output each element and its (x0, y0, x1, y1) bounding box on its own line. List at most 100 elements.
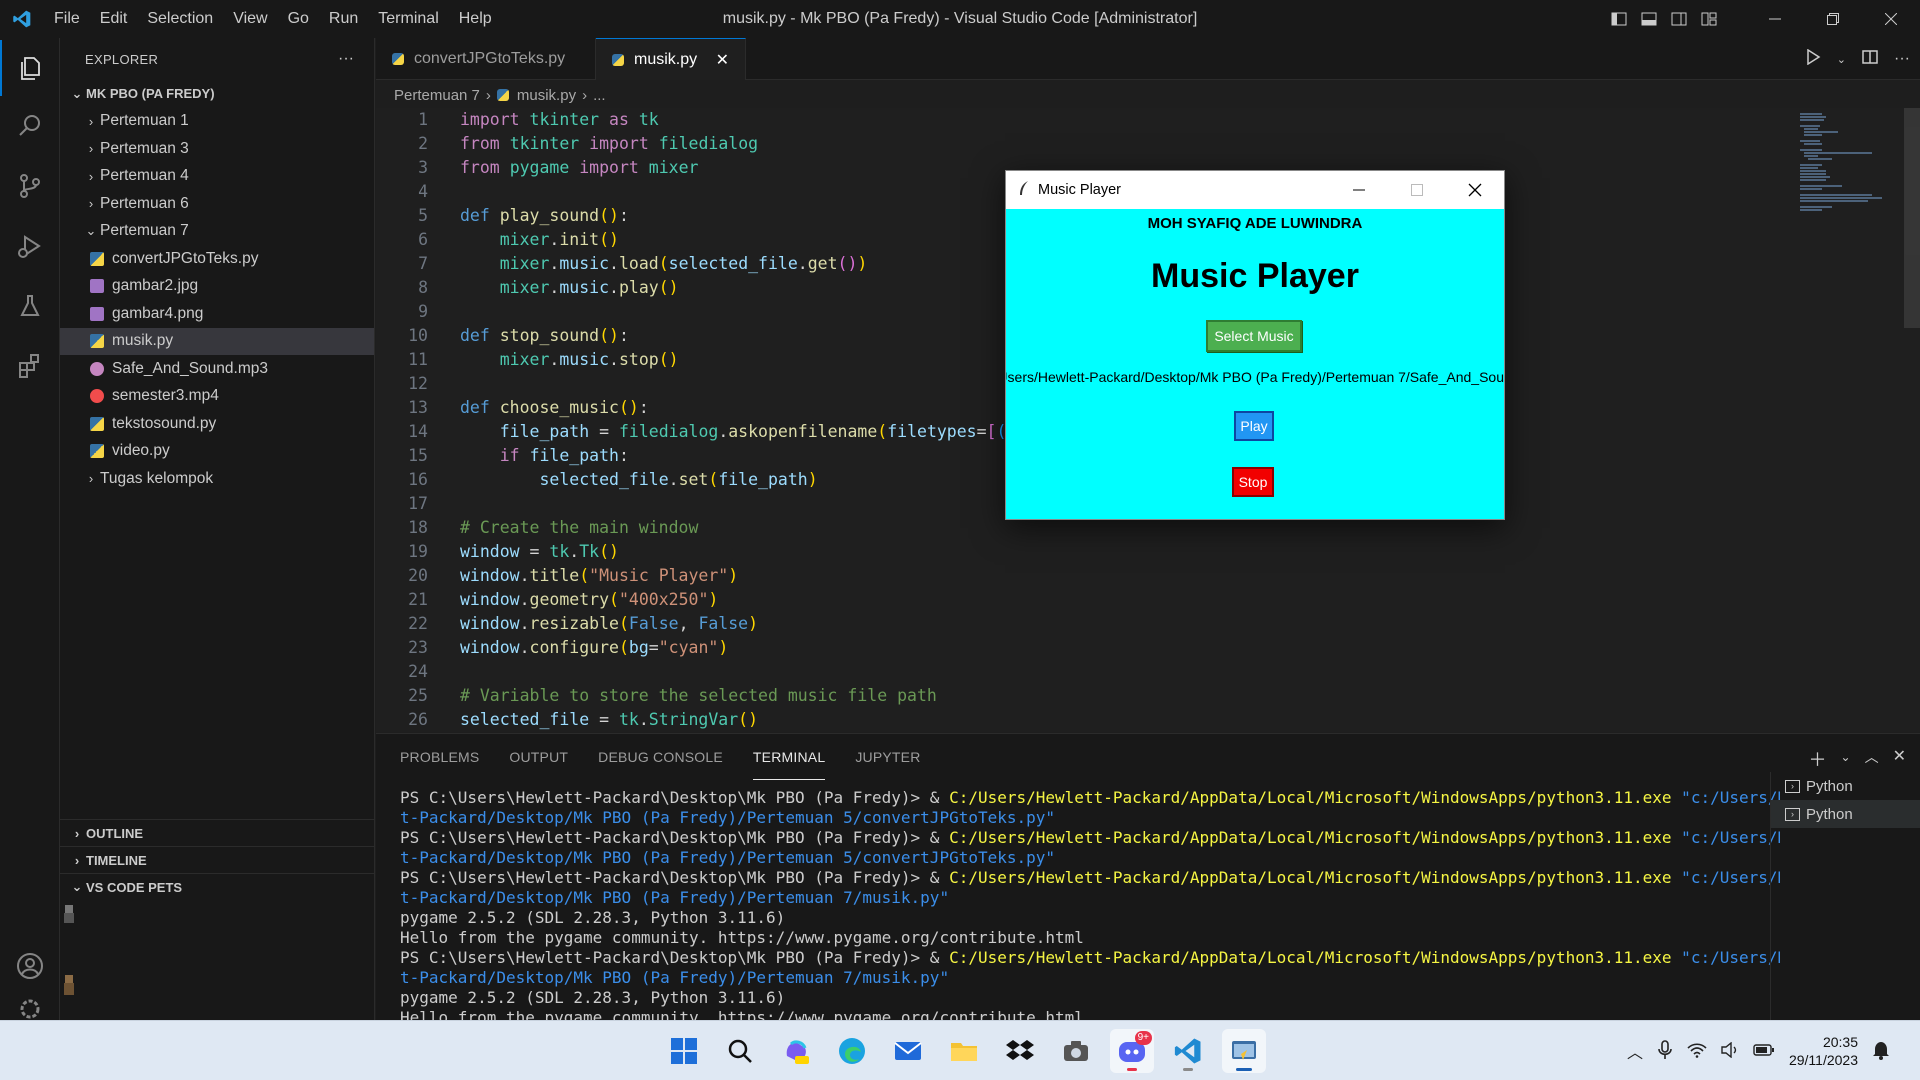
file-explorer-icon[interactable] (942, 1029, 986, 1073)
terminal-dropdown-icon[interactable]: ⌄ (1841, 746, 1851, 772)
copilot-icon[interactable] (774, 1029, 818, 1073)
folder-pertemuan-6[interactable]: › Pertemuan 6 (60, 190, 374, 218)
tab-debug-console[interactable]: DEBUG CONSOLE (598, 734, 723, 780)
folder-pertemuan-1[interactable]: › Pertemuan 1 (60, 108, 374, 136)
menu-edit[interactable]: Edit (90, 0, 138, 38)
file-musik[interactable]: musik.py (60, 327, 374, 355)
terminal-line: PS C:\Users\Hewlett-Packard\Desktop\Mk P… (400, 788, 1780, 807)
notification-bell-icon[interactable] (1872, 1040, 1890, 1063)
start-windows-icon[interactable] (662, 1029, 706, 1073)
tab-convertjpgtoteks[interactable]: convertJPGtoTeks.py (376, 38, 596, 80)
explorer-icon[interactable] (0, 40, 60, 96)
stop-button[interactable]: Stop (1232, 467, 1274, 497)
breadcrumb-symbol[interactable]: ... (593, 87, 606, 104)
volume-icon[interactable] (1721, 1041, 1739, 1061)
terminal-line: pygame 2.5.2 (SDL 2.28.3, Python 3.11.6) (400, 988, 786, 1007)
editor-scrollbar[interactable] (1904, 108, 1920, 328)
tab-musik[interactable]: musik.py ✕ (596, 38, 746, 80)
file-gambar2[interactable]: gambar2.jpg (60, 273, 374, 301)
explorer-sidebar: EXPLORER ··· ⌄ MK PBO (PA FREDY) › Pertemu… (60, 38, 375, 1020)
run-python-file-icon[interactable] (1805, 48, 1821, 70)
terminal-line: t-Packard/Desktop/Mk PBO (Pa Fredy)/Pert… (400, 968, 950, 987)
minimize-icon[interactable] (1330, 171, 1388, 209)
run-dropdown-icon[interactable]: ⌄ (1837, 53, 1846, 66)
minimap[interactable] (1792, 108, 1902, 218)
terminal-output[interactable]: PS C:\Users\Hewlett-Packard\Desktop\Mk P… (400, 788, 1780, 1028)
toggle-secondary-sidebar-icon[interactable] (1666, 0, 1692, 38)
terminal-line: PS C:\Users\Hewlett-Packard\Desktop\Mk P… (400, 828, 1780, 847)
mail-icon[interactable] (886, 1029, 930, 1073)
minimize-icon[interactable] (1746, 0, 1804, 38)
testing-icon[interactable] (0, 278, 60, 334)
menu-view[interactable]: View (223, 0, 277, 38)
close-icon[interactable] (1446, 171, 1504, 209)
pet-sprite-icon (62, 973, 76, 999)
manage-gear-icon[interactable] (0, 994, 60, 1020)
edge-browser-icon[interactable] (830, 1029, 874, 1073)
file-convertjpgtoteks[interactable]: convertJPGtoTeks.py (60, 245, 374, 273)
vscode-icon[interactable] (1166, 1029, 1210, 1073)
folder-tugas-kelompok[interactable]: › Tugas kelompok (60, 465, 374, 493)
split-editor-icon[interactable] (1862, 49, 1878, 70)
outline-section[interactable]: › OUTLINE (60, 819, 375, 846)
file-semester3[interactable]: semester3.mp4 (60, 383, 374, 411)
clock[interactable]: 20:35 29/11/2023 (1789, 1033, 1858, 1069)
microphone-icon[interactable] (1657, 1039, 1673, 1063)
dropbox-icon[interactable] (998, 1029, 1042, 1073)
tab-terminal[interactable]: TERMINAL (752, 734, 826, 780)
toggle-primary-sidebar-icon[interactable] (1606, 0, 1632, 38)
extensions-icon[interactable] (0, 338, 60, 394)
file-tekstosound[interactable]: tekstosound.py (60, 410, 374, 438)
menu-selection[interactable]: Selection (137, 0, 223, 38)
breadcrumb-file[interactable]: musik.py (517, 87, 576, 104)
chevron-up-icon[interactable]: ︿ (1627, 1039, 1643, 1063)
file-gambar4[interactable]: gambar4.png (60, 300, 374, 328)
close-panel-icon[interactable]: ✕ (1893, 746, 1906, 772)
restore-icon[interactable] (1804, 0, 1862, 38)
tab-problems[interactable]: PROBLEMS (400, 734, 479, 780)
music-player-titlebar[interactable]: Music Player (1006, 171, 1504, 209)
python-file-icon (496, 89, 509, 101)
title-bar: File Edit Selection View Go Run Terminal… (0, 0, 1920, 38)
menu-go[interactable]: Go (278, 0, 319, 38)
file-safe-and-sound[interactable]: Safe_And_Sound.mp3 (60, 355, 374, 383)
timeline-section[interactable]: › TIMELINE (60, 846, 375, 873)
run-debug-icon[interactable] (0, 218, 60, 274)
more-actions-icon[interactable]: ··· (338, 50, 354, 68)
toggle-panel-icon[interactable] (1636, 0, 1662, 38)
battery-icon[interactable] (1753, 1043, 1775, 1060)
workspace-root[interactable]: ⌄ MK PBO (PA FREDY) (60, 80, 374, 108)
vscode-pets-section[interactable]: ⌄ VS CODE PETS (60, 873, 375, 900)
new-terminal-icon[interactable]: ＋ (1809, 746, 1827, 772)
folder-pertemuan-7[interactable]: ⌄ Pertemuan 7 (60, 218, 374, 246)
menu-help[interactable]: Help (449, 0, 502, 38)
menu-terminal[interactable]: Terminal (368, 0, 448, 38)
select-music-button[interactable]: Select Music (1206, 320, 1302, 352)
tk-feather-icon (1018, 180, 1030, 200)
python-tk-app-icon[interactable] (1222, 1029, 1266, 1073)
folder-pertemuan-4[interactable]: › Pertemuan 4 (60, 163, 374, 191)
tab-jupyter[interactable]: JUPYTER (855, 734, 920, 780)
terminal-line: t-Packard/Desktop/Mk PBO (Pa Fredy)/Pert… (400, 888, 950, 907)
search-icon[interactable] (0, 98, 60, 154)
wifi-icon[interactable] (1687, 1042, 1707, 1061)
customize-layout-icon[interactable] (1696, 0, 1722, 38)
close-icon[interactable] (1862, 0, 1920, 38)
close-tab-icon[interactable]: ✕ (716, 50, 729, 70)
source-control-icon[interactable] (0, 158, 60, 214)
discord-icon[interactable]: 9+ (1110, 1029, 1154, 1073)
file-video[interactable]: video.py (60, 438, 374, 466)
play-button[interactable]: Play (1234, 411, 1274, 441)
maximize-panel-icon[interactable]: ︿ (1865, 746, 1879, 772)
tab-output[interactable]: OUTPUT (509, 734, 568, 780)
folder-pertemuan-3[interactable]: › Pertemuan 3 (60, 135, 374, 163)
camera-icon[interactable] (1054, 1029, 1098, 1073)
breadcrumb-folder[interactable]: Pertemuan 7 (394, 87, 480, 104)
accounts-icon[interactable] (0, 938, 60, 994)
menu-run[interactable]: Run (319, 0, 368, 38)
search-icon[interactable] (718, 1029, 762, 1073)
terminal-instance[interactable]: › Python (1771, 800, 1920, 828)
more-actions-icon[interactable]: ··· (1894, 50, 1910, 68)
menu-file[interactable]: File (44, 0, 90, 38)
terminal-instance[interactable]: › Python (1771, 772, 1920, 800)
